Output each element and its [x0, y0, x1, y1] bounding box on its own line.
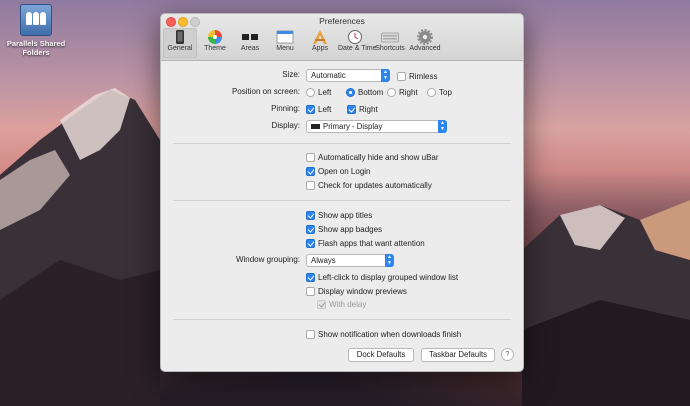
display-previews-checkbox[interactable]: Display window previews: [306, 285, 407, 297]
flash-apps-checkbox[interactable]: Flash apps that want attention: [306, 237, 425, 249]
position-left-radio[interactable]: Left: [306, 86, 331, 98]
with-delay-checkbox: With delay: [317, 298, 366, 310]
open-on-login-checkbox[interactable]: Open on Login: [306, 165, 371, 177]
preferences-toolbar: General Theme Areas Menu Apps Date & Tim…: [163, 28, 443, 58]
desktop-icon-label: Parallels Shared Folders: [6, 39, 66, 57]
auto-hide-checkbox[interactable]: Automatically hide and show uBar: [306, 151, 439, 163]
parallels-shared-folders[interactable]: Parallels Shared Folders: [4, 4, 68, 57]
position-top-radio[interactable]: Top: [427, 86, 452, 98]
display-popup[interactable]: Primary - Display ▲ ▼: [306, 120, 447, 133]
show-app-titles-checkbox[interactable]: Show app titles: [306, 209, 372, 221]
monitor-icon: [311, 124, 320, 130]
help-button[interactable]: ?: [501, 348, 514, 361]
size-label: Size:: [282, 70, 300, 79]
window-grouping-popup[interactable]: Always ▲ ▼: [306, 254, 394, 267]
areas-icon: [242, 34, 258, 40]
size-popup[interactable]: Automatic ▲ ▼: [306, 69, 390, 82]
titlebar: Preferences General Theme Areas Menu App…: [161, 14, 523, 61]
dock-defaults-button[interactable]: Dock Defaults: [348, 348, 414, 362]
pinning-label: Pinning:: [271, 104, 300, 113]
pinning-left-checkbox[interactable]: Left: [306, 103, 331, 115]
popup-arrows-icon: ▲ ▼: [385, 254, 394, 267]
pinning-right-checkbox[interactable]: Right: [347, 103, 378, 115]
color-wheel-icon: [208, 30, 222, 44]
show-app-badges-checkbox[interactable]: Show app badges: [306, 223, 382, 235]
apps-icon: [313, 30, 327, 44]
divider: [173, 319, 511, 320]
tab-advanced[interactable]: Advanced: [408, 28, 442, 58]
clock-icon: [348, 30, 362, 44]
popup-arrows-icon: ▲ ▼: [381, 69, 390, 82]
tab-areas[interactable]: Areas: [233, 28, 267, 58]
gear-icon: [417, 29, 433, 45]
popup-arrows-icon: ▲ ▼: [438, 120, 447, 133]
tab-apps[interactable]: Apps: [303, 28, 337, 58]
position-bottom-radio[interactable]: Bottom: [346, 86, 383, 98]
taskbar-defaults-button[interactable]: Taskbar Defaults: [421, 348, 495, 362]
menu-icon: [276, 30, 294, 44]
tab-menu[interactable]: Menu: [268, 28, 302, 58]
divider: [173, 143, 511, 144]
keyboard-icon: [381, 32, 399, 43]
tab-shortcuts[interactable]: Shortcuts: [373, 28, 407, 58]
position-label: Position on screen:: [231, 87, 300, 96]
tab-theme[interactable]: Theme: [198, 28, 232, 58]
check-updates-checkbox[interactable]: Check for updates automatically: [306, 179, 432, 191]
tab-general[interactable]: General: [163, 28, 197, 58]
left-click-grouped-checkbox[interactable]: Left-click to display grouped window lis…: [306, 271, 458, 283]
divider: [173, 200, 511, 201]
window-title: Preferences: [319, 16, 365, 26]
position-right-radio[interactable]: Right: [387, 86, 418, 98]
preferences-window: Preferences General Theme Areas Menu App…: [160, 13, 524, 372]
display-label: Display:: [271, 121, 300, 130]
phone-icon: [176, 30, 184, 44]
window-grouping-label: Window grouping:: [235, 255, 300, 264]
show-notification-checkbox[interactable]: Show notification when downloads finish: [306, 328, 461, 340]
shared-folder-icon: [20, 4, 52, 36]
rimless-checkbox[interactable]: Rimless: [397, 70, 437, 82]
tab-date-time[interactable]: Date & Time: [338, 28, 377, 58]
